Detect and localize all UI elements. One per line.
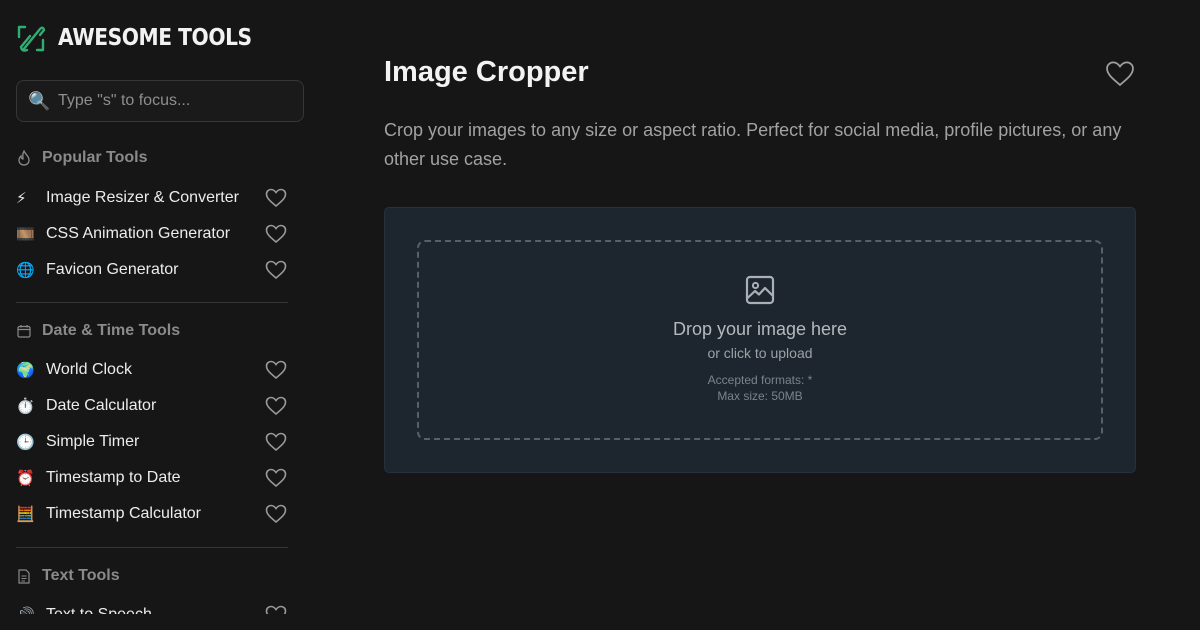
heart-icon[interactable] <box>264 467 288 489</box>
brand[interactable]: AWESOME TOOLS <box>16 22 278 54</box>
section-header: Popular Tools <box>16 146 288 170</box>
document-icon <box>16 568 32 584</box>
section-title: Date & Time Tools <box>42 322 181 339</box>
heart-icon[interactable] <box>264 431 288 453</box>
max-size: Max size: 50MB <box>717 389 803 403</box>
sidebar-item-text-to-speech[interactable]: 🔊 Text to Speech <box>16 597 288 614</box>
page-description: Crop your images to any size or aspect r… <box>384 120 1122 169</box>
sidebar-item-image-resizer[interactable]: ⚡ Image Resizer & Converter <box>16 180 288 216</box>
sidebar-item-label: World Clock <box>46 361 132 378</box>
section-date-time-tools: Date & Time Tools 🌍 World Clock ⏱️ Date … <box>16 319 288 524</box>
magnifier-icon: 🔍 <box>28 90 51 111</box>
brand-name: AWESOME TOOLS <box>58 25 252 51</box>
sidebar-item-world-clock[interactable]: 🌍 World Clock <box>16 352 288 388</box>
divider <box>16 302 288 303</box>
page-title: Image Cropper <box>384 56 589 88</box>
section-header: Text Tools <box>16 564 288 588</box>
heart-icon[interactable] <box>264 604 288 614</box>
sidebar-item-label: CSS Animation Generator <box>46 225 231 242</box>
sidebar-item-date-calculator[interactable]: ⏱️ Date Calculator <box>16 388 288 424</box>
upload-card: Drop your image here or click to upload … <box>384 207 1136 473</box>
sidebar-item-label: Favicon Generator <box>46 261 179 278</box>
search-box[interactable]: 🔍 <box>16 80 304 122</box>
heart-icon[interactable] <box>264 187 288 209</box>
sidebar: AWESOME TOOLS 🔍 Popular Tools ⚡ Image Re… <box>0 0 320 614</box>
accepted-formats: Accepted formats: * <box>707 373 813 387</box>
search-input[interactable] <box>58 92 298 110</box>
lightning-icon: ⚡ <box>16 190 27 207</box>
sidebar-item-label: Simple Timer <box>46 433 140 450</box>
earth-icon: 🌍 <box>16 362 35 379</box>
dropzone-subtitle: or click to upload <box>707 345 813 361</box>
heart-icon[interactable] <box>264 503 288 525</box>
section-title: Popular Tools <box>42 149 148 166</box>
sidebar-item-simple-timer[interactable]: 🕒 Simple Timer <box>16 424 288 460</box>
heart-icon[interactable] <box>264 223 288 245</box>
sidebar-item-label: Text to Speech <box>46 606 152 614</box>
section-title: Text Tools <box>42 567 120 584</box>
stopwatch-icon: ⏱️ <box>16 398 35 415</box>
sidebar-item-timestamp-calculator[interactable]: 🧮 Timestamp Calculator <box>16 496 288 532</box>
sidebar-item-label: Timestamp to Date <box>46 469 181 486</box>
heart-icon[interactable] <box>264 259 288 281</box>
alarm-clock-icon: ⏰ <box>16 470 35 487</box>
link-logo-icon <box>17 25 46 52</box>
divider <box>16 547 288 548</box>
image-icon <box>745 275 775 305</box>
heart-icon[interactable] <box>264 395 288 417</box>
section-popular-tools: Popular Tools ⚡ Image Resizer & Converte… <box>16 146 288 280</box>
flame-icon <box>16 150 32 166</box>
section-text-tools: Text Tools 🔊 Text to Speech <box>16 564 288 614</box>
film-icon: 🎞️ <box>16 226 35 243</box>
section-header: Date & Time Tools <box>16 319 288 343</box>
sidebar-item-css-animation[interactable]: 🎞️ CSS Animation Generator <box>16 216 288 252</box>
clock-icon: 🕒 <box>16 434 35 451</box>
sidebar-item-label: Image Resizer & Converter <box>46 189 239 206</box>
dropzone-title: Drop your image here <box>672 319 848 339</box>
sidebar-item-label: Timestamp Calculator <box>46 505 202 522</box>
globe-icon: 🌐 <box>16 262 35 279</box>
sidebar-item-label: Date Calculator <box>46 397 157 414</box>
sidebar-item-timestamp-to-date[interactable]: ⏰ Timestamp to Date <box>16 460 288 496</box>
image-dropzone[interactable]: Drop your image here or click to upload … <box>417 240 1103 440</box>
heart-icon[interactable] <box>1104 58 1136 90</box>
calendar-icon <box>16 323 32 339</box>
sidebar-item-favicon-generator[interactable]: 🌐 Favicon Generator <box>16 252 288 288</box>
heart-icon[interactable] <box>264 359 288 381</box>
abacus-icon: 🧮 <box>16 506 35 523</box>
speaker-icon: 🔊 <box>16 606 36 614</box>
